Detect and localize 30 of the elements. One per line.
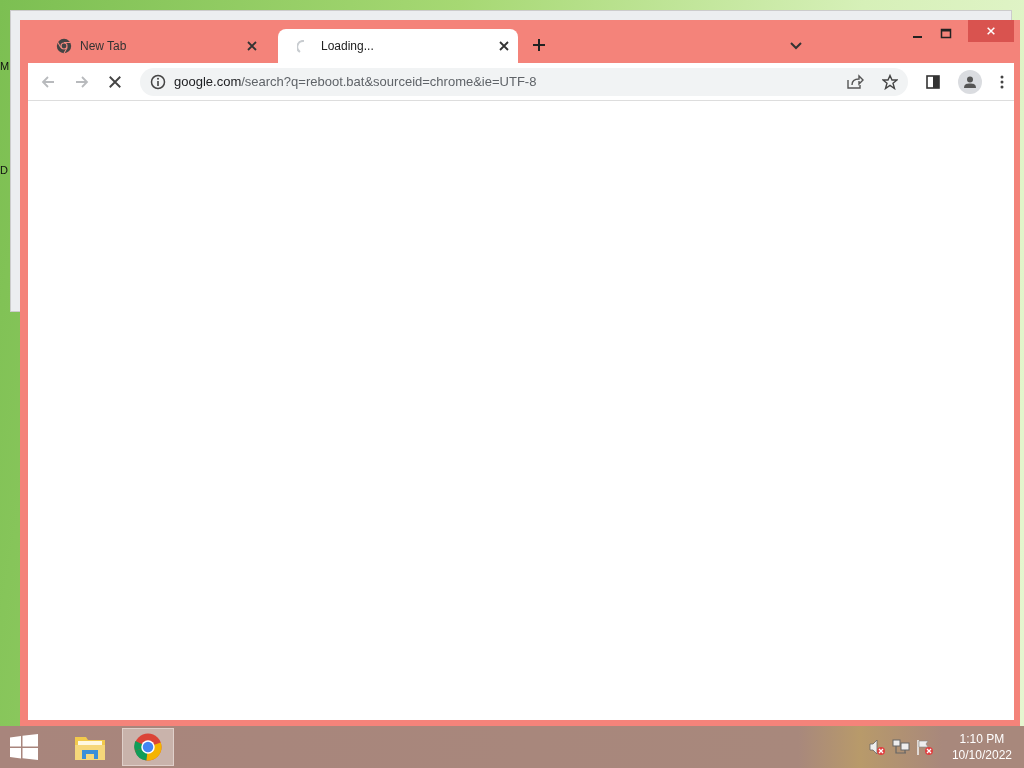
- info-icon[interactable]: [150, 73, 166, 90]
- speaker-muted-icon[interactable]: [867, 738, 886, 756]
- maximize-icon[interactable]: [940, 28, 952, 40]
- chrome-logo-icon: [133, 732, 163, 762]
- windows-logo-icon[interactable]: [10, 734, 38, 760]
- flag-icon[interactable]: [915, 738, 934, 756]
- share-icon[interactable]: [846, 73, 864, 90]
- address-bar[interactable]: google.com/search?q=reboot.bat&sourceid=chrome&ie=UTF-8: [140, 67, 908, 96]
- chevron-down-icon[interactable]: [790, 42, 802, 50]
- tab-title: Loading...: [321, 39, 375, 53]
- profile-button[interactable]: [958, 69, 982, 94]
- tab-title: New Tab: [80, 39, 128, 53]
- side-panel-icon[interactable]: [926, 74, 940, 89]
- chrome-logo-icon: [56, 38, 72, 54]
- close-icon[interactable]: [246, 40, 258, 52]
- desktop-icon-label[interactable]: D: [0, 164, 8, 176]
- loading-spinner-icon: [297, 39, 304, 53]
- browser-tab[interactable]: Loading...: [278, 29, 518, 63]
- taskbar-app-button[interactable]: [122, 728, 174, 766]
- new-tab-plus-icon[interactable]: [532, 38, 546, 52]
- star-icon[interactable]: [882, 73, 898, 90]
- network-icon[interactable]: [891, 738, 910, 756]
- person-icon: [963, 74, 977, 89]
- url-text: google.com/search?q=reboot.bat&sourceid=chrome&ie=UTF-8: [174, 74, 537, 89]
- desktop-icon-label[interactable]: M: [0, 60, 10, 72]
- stop-icon[interactable]: [108, 74, 122, 89]
- close-icon[interactable]: [498, 40, 510, 52]
- browser-tab[interactable]: New Tab: [40, 29, 266, 63]
- close-icon: [986, 26, 996, 36]
- menu-icon[interactable]: [1000, 74, 1004, 89]
